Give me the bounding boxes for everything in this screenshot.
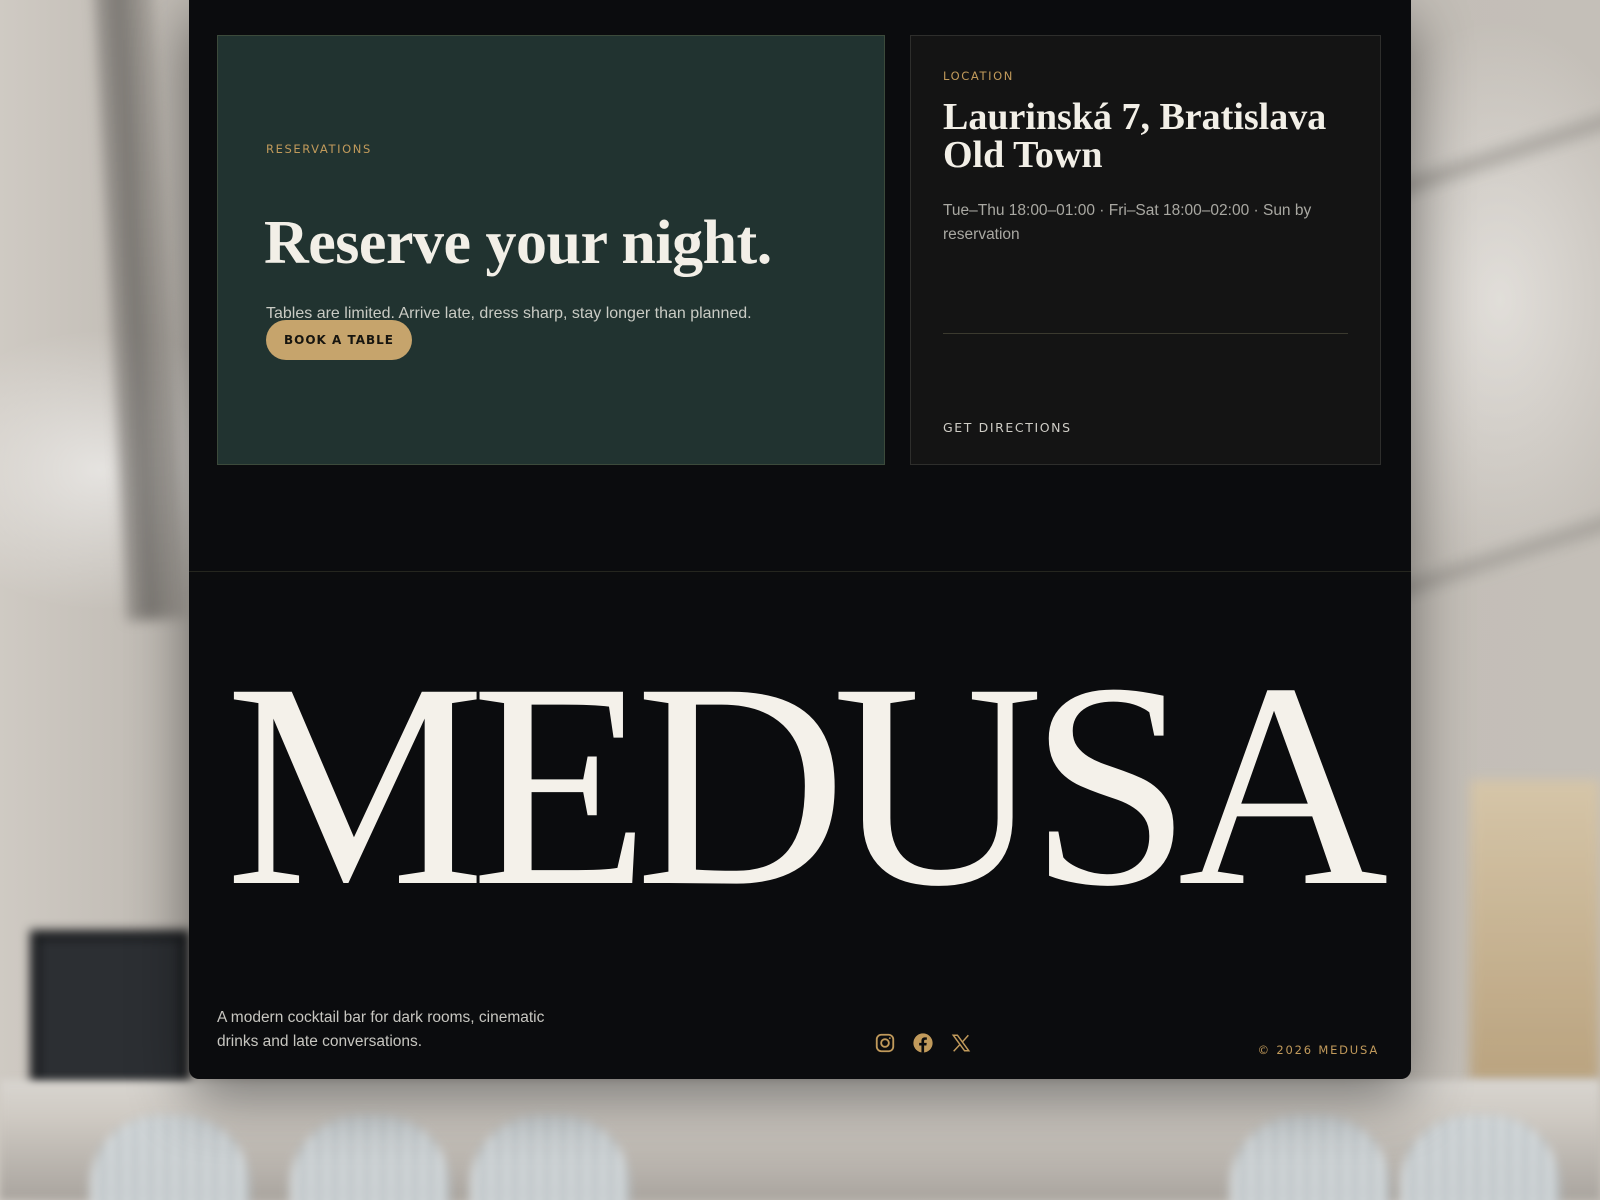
location-address: Laurinská 7, Bratislava Old Town xyxy=(943,98,1363,174)
location-card: LOCATION Laurinská 7, Bratislava Old Tow… xyxy=(910,35,1381,465)
x-icon[interactable] xyxy=(950,1032,972,1054)
background-shelf xyxy=(1470,780,1600,1080)
location-eyebrow: LOCATION xyxy=(943,69,1014,83)
facebook-icon[interactable] xyxy=(912,1032,934,1054)
address-line-1: Laurinská 7, Bratislava xyxy=(943,96,1327,138)
reservations-title: Reserve your night. xyxy=(264,209,772,277)
address-line-2: Old Town xyxy=(943,134,1103,176)
opening-hours: Tue–Thu 18:00–01:00 · Fri–Sat 18:00–02:0… xyxy=(943,202,1312,243)
social-links xyxy=(874,1032,972,1054)
instagram-icon[interactable] xyxy=(874,1032,896,1054)
reservations-eyebrow: RESERVATIONS xyxy=(266,142,372,156)
footer-divider xyxy=(189,571,1411,572)
reservations-card: RESERVATIONS Reserve your night. Tables … xyxy=(217,35,885,465)
get-directions-link[interactable]: GET DIRECTIONS xyxy=(943,420,1072,435)
background-frame xyxy=(30,930,190,1090)
medusa-wordmark: MEDUSA xyxy=(225,624,1388,947)
page-panel: RESERVATIONS Reserve your night. Tables … xyxy=(189,0,1411,1079)
copyright-text: © 2026 MEDUSA xyxy=(1257,1043,1379,1057)
location-divider xyxy=(943,333,1348,334)
book-table-button[interactable]: BOOK A TABLE xyxy=(266,320,412,360)
footer-tagline: A modern cocktail bar for dark rooms, ci… xyxy=(217,1009,545,1050)
